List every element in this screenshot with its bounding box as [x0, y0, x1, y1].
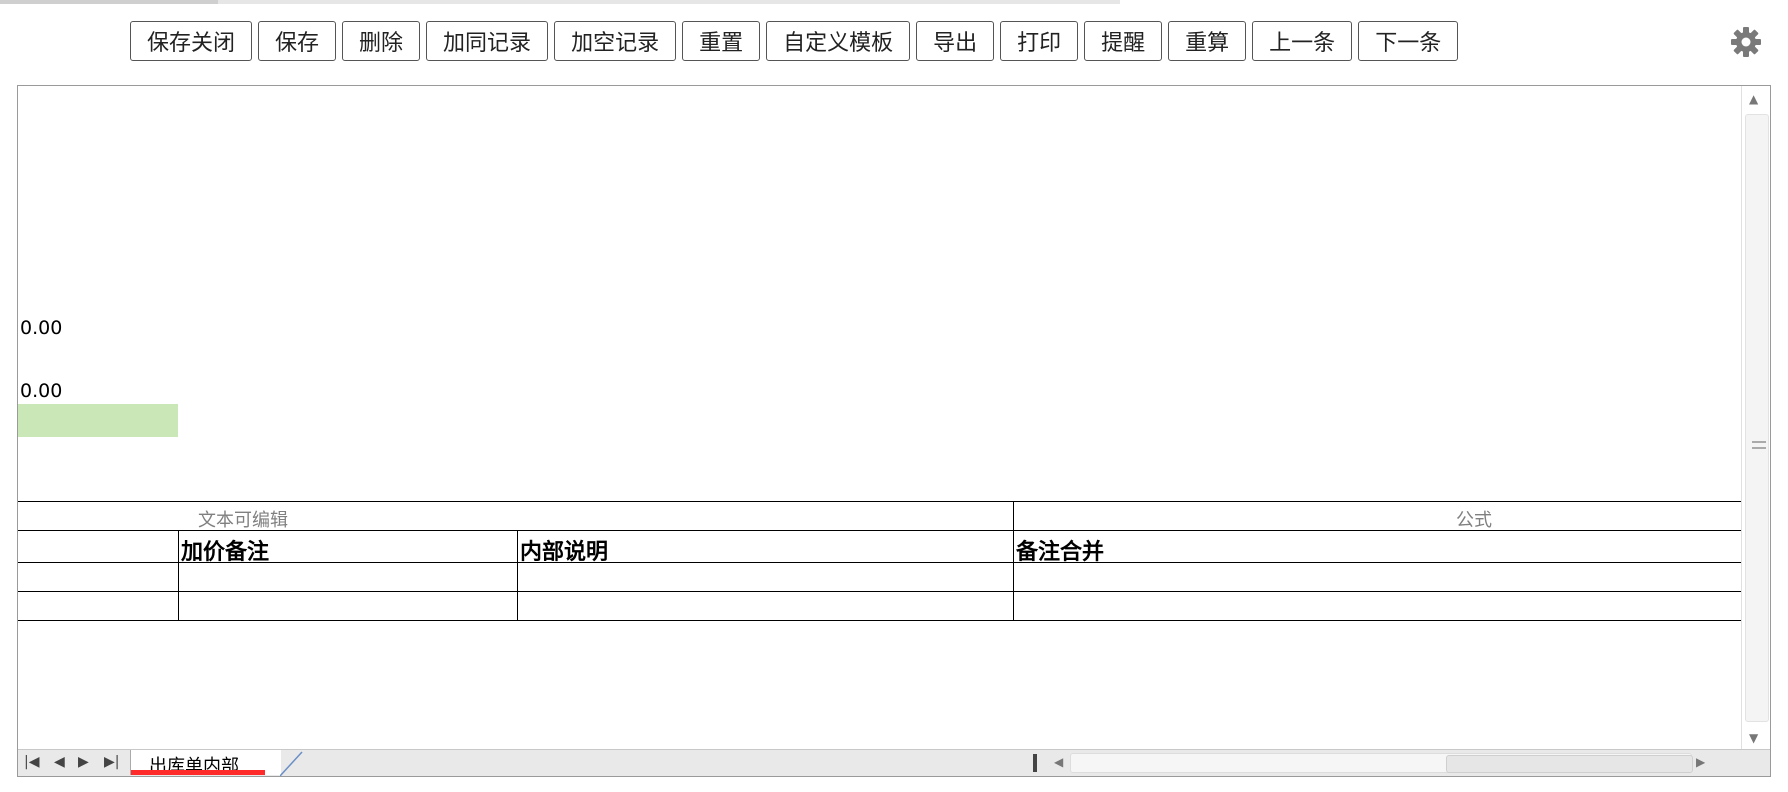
export-button[interactable]: 导出 [916, 21, 995, 61]
data-table: 文本可编辑 公式 加价备注 内部说明 备注合并 [18, 501, 1744, 621]
vertical-scroll-track[interactable] [1745, 114, 1769, 722]
sheet-tab-active[interactable]: 出库单内部 [130, 750, 281, 776]
horizontal-scroll-thumb[interactable] [1446, 755, 1693, 773]
recalculate-button[interactable]: 重算 [1168, 21, 1247, 61]
previous-record-button[interactable]: 上一条 [1252, 21, 1353, 61]
gear-icon[interactable] [1730, 26, 1762, 58]
table-cell[interactable] [178, 563, 517, 591]
add-empty-record-button[interactable]: 加空记录 [554, 21, 677, 61]
reminder-button[interactable]: 提醒 [1084, 21, 1163, 61]
previous-sheet-icon[interactable]: ◀ [54, 754, 65, 770]
add-same-record-button[interactable]: 加同记录 [426, 21, 549, 61]
table-cell[interactable] [1013, 563, 1744, 591]
next-sheet-icon[interactable]: ▶ [78, 754, 89, 770]
horizontal-scrollbar[interactable]: ◀ ▶ [1048, 752, 1718, 774]
group-header-formula: 公式 [1013, 502, 1744, 531]
group-header-row: 文本可编辑 公式 [18, 501, 1744, 531]
vertical-scrollbar[interactable]: ▲ ▼ [1741, 86, 1770, 752]
next-record-button[interactable]: 下一条 [1358, 21, 1459, 61]
group-header-right-label: 公式 [1456, 510, 1492, 531]
table-row [18, 591, 1744, 621]
last-sheet-icon[interactable]: ▶| [104, 754, 119, 770]
reset-button[interactable]: 重置 [682, 21, 761, 61]
tab-divider-icon [280, 751, 303, 776]
value-cell-2[interactable]: 0.00 [20, 380, 62, 402]
horizontal-scroll-track[interactable] [1070, 753, 1693, 773]
toolbar: 保存关闭 保存 删除 加同记录 加空记录 重置 自定义模板 导出 打印 提醒 重… [130, 21, 1459, 61]
table-cell[interactable] [517, 592, 1013, 620]
first-sheet-icon[interactable]: |◀ [24, 754, 39, 770]
custom-template-button[interactable]: 自定义模板 [766, 21, 911, 61]
column-header-merged-notes[interactable]: 备注合并 [1013, 531, 1744, 565]
scroll-up-icon[interactable]: ▲ [1749, 92, 1758, 106]
active-tab-indicator [131, 770, 265, 775]
highlighted-cell[interactable] [18, 404, 178, 437]
table-row [18, 562, 1744, 591]
value-cell-1[interactable]: 0.00 [20, 317, 62, 339]
scroll-grip-icon[interactable] [1752, 441, 1766, 449]
top-strip-active [0, 0, 218, 4]
table-cell[interactable] [1013, 592, 1744, 620]
table-cell[interactable] [517, 563, 1013, 591]
scroll-left-icon[interactable]: ◀ [1054, 755, 1063, 769]
save-button[interactable]: 保存 [258, 21, 337, 61]
tab-split-handle[interactable] [1033, 754, 1037, 772]
group-header-text-editable: 文本可编辑 [18, 502, 1013, 531]
scroll-down-icon[interactable]: ▼ [1749, 731, 1758, 745]
scroll-right-icon[interactable]: ▶ [1696, 755, 1705, 769]
column-header-row: 加价备注 内部说明 备注合并 [18, 530, 1744, 565]
column-header-markup-note[interactable]: 加价备注 [178, 531, 517, 565]
sheet-tab-bar: |◀ ◀ ▶ ▶| 出库单内部 ◀ ▶ [18, 749, 1770, 776]
group-header-left-label: 文本可编辑 [198, 510, 288, 531]
spreadsheet-area[interactable]: 0.00 0.00 文本可编辑 公式 加价备注 内部说明 备注合并 ▲ ▼ |◀… [17, 85, 1771, 777]
table-cell[interactable] [18, 563, 178, 591]
table-cell[interactable] [18, 592, 178, 620]
column-header-0[interactable] [18, 531, 178, 562]
delete-button[interactable]: 删除 [342, 21, 421, 61]
column-header-internal-description[interactable]: 内部说明 [517, 531, 1013, 565]
table-cell[interactable] [178, 592, 517, 620]
save-close-button[interactable]: 保存关闭 [130, 21, 253, 61]
print-button[interactable]: 打印 [1000, 21, 1079, 61]
